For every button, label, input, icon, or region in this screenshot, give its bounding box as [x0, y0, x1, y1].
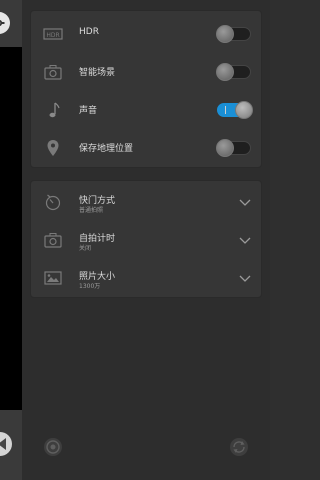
camera-lens-icon: [46, 440, 60, 454]
triangle-left-icon: [0, 438, 6, 450]
toggle-knob: [216, 139, 234, 157]
setting-value: 关闭: [79, 245, 92, 252]
camera-viewfinder[interactable]: [0, 0, 22, 480]
save-location-toggle[interactable]: [216, 139, 251, 157]
toggle-on-mark: [225, 106, 226, 114]
setting-label: 保存地理位置: [79, 144, 134, 154]
setting-row-smart-scene[interactable]: 智能场景: [31, 53, 263, 91]
setting-value: 1300万: [79, 283, 101, 290]
camera-mode-button[interactable]: [44, 438, 62, 456]
chevron-down-icon: [239, 275, 251, 282]
sound-toggle[interactable]: [217, 101, 253, 119]
svg-text:HDR: HDR: [46, 32, 59, 39]
shutter-timer-icon: [45, 194, 61, 211]
switch-camera-icon: [233, 441, 245, 453]
setting-row-hdr[interactable]: HDR HDR: [31, 15, 263, 53]
toggle-knob: [216, 63, 234, 81]
option-settings-card: 快门方式 普通拍照 自拍计时 关闭 照片大小 1300万: [30, 180, 262, 298]
location-pin-icon: [47, 140, 59, 156]
switch-camera-button[interactable]: [230, 438, 248, 456]
setting-row-self-timer[interactable]: 自拍计时 关闭: [31, 221, 263, 259]
setting-row-save-location[interactable]: 保存地理位置: [31, 129, 263, 167]
hdr-toggle[interactable]: [216, 25, 251, 43]
settings-panel: HDR HDR 智能场景 声音 保存地理位置 快门方式 普通拍照 自拍计时 关闭…: [22, 0, 270, 480]
smart-scene-toggle[interactable]: [216, 63, 251, 81]
setting-label: 智能场景: [79, 68, 116, 78]
gear-icon: [0, 19, 5, 27]
smart-scene-camera-icon: [44, 65, 62, 80]
setting-value: 普通拍照: [79, 207, 104, 214]
chevron-down-icon: [239, 199, 251, 206]
setting-row-photo-size[interactable]: 照片大小 1300万: [31, 259, 263, 297]
self-timer-camera-icon: [44, 233, 62, 248]
setting-label: 声音: [79, 106, 98, 116]
music-note-icon: [49, 102, 60, 118]
toggle-knob: [235, 101, 253, 119]
setting-row-sound[interactable]: 声音: [31, 91, 263, 129]
chevron-down-icon: [239, 237, 251, 244]
photo-size-icon: [44, 271, 62, 285]
setting-row-shutter-mode[interactable]: 快门方式 普通拍照: [31, 183, 263, 221]
toggle-settings-card: HDR HDR 智能场景 声音 保存地理位置: [30, 10, 262, 168]
toggle-knob: [216, 25, 234, 43]
hdr-icon: HDR: [43, 28, 63, 40]
setting-label: HDR: [79, 27, 99, 37]
